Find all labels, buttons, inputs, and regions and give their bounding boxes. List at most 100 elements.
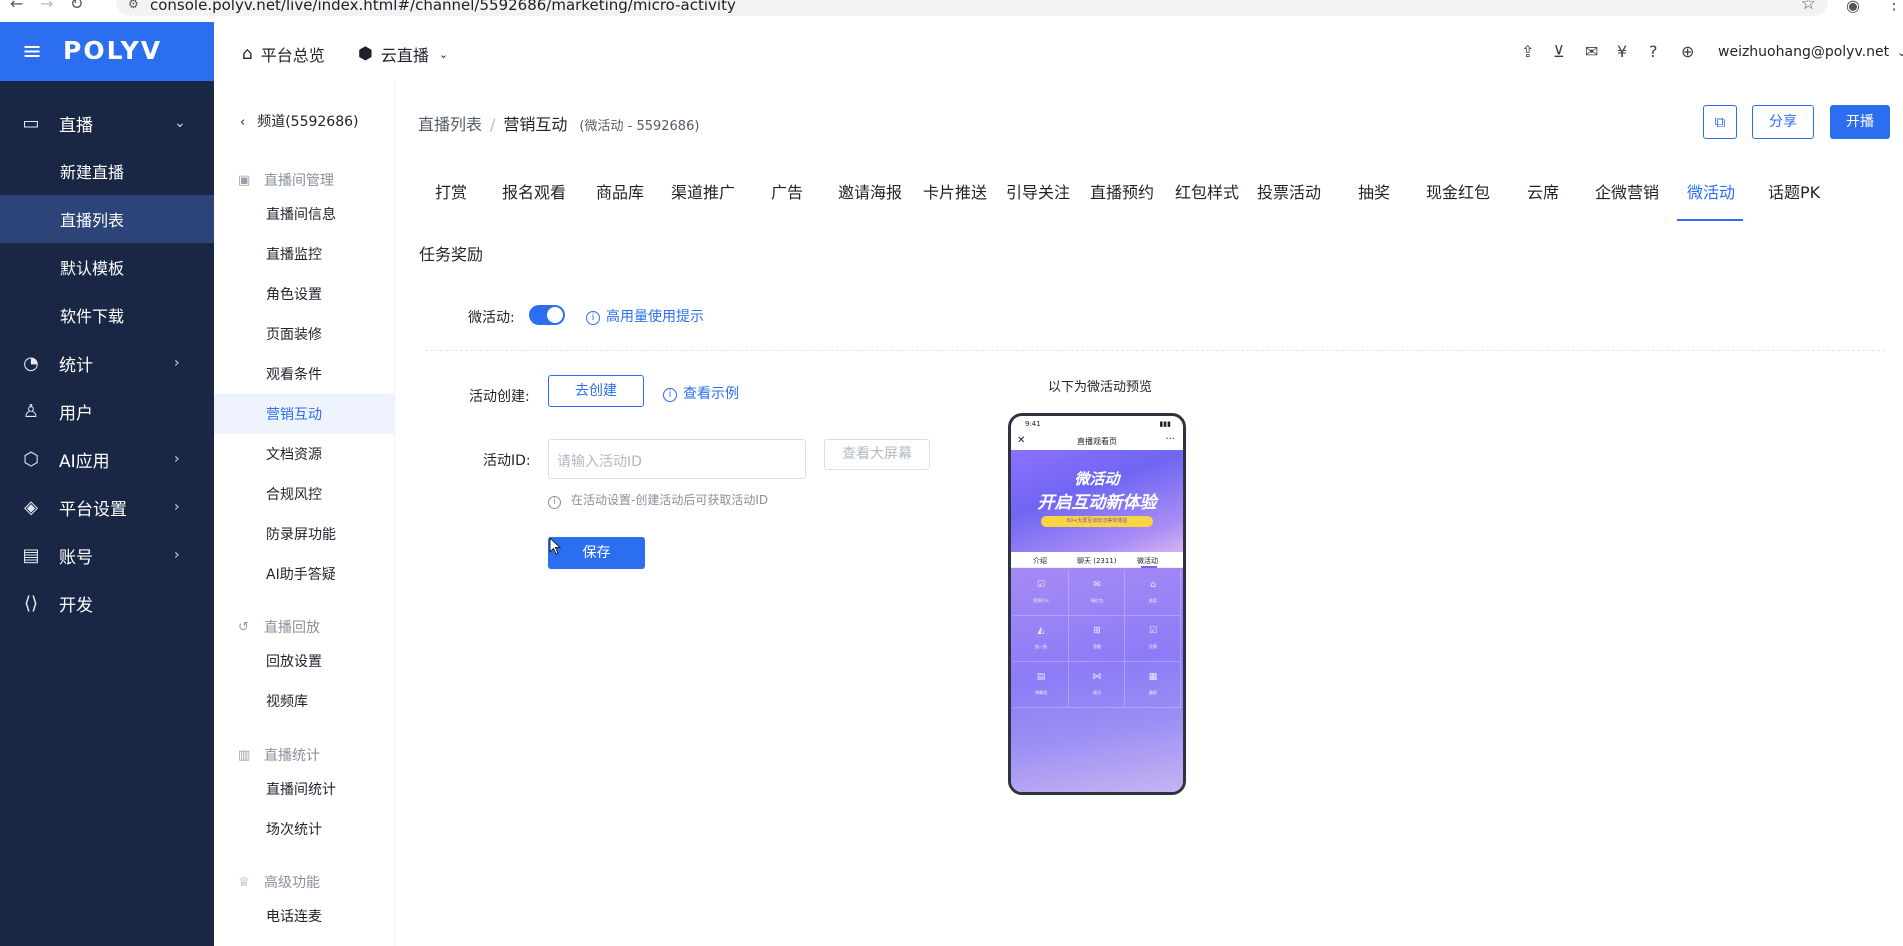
high-usage-tip-link[interactable]: i 高用量使用提示 bbox=[586, 306, 704, 326]
view-big-screen-button[interactable]: 查看大屏幕 bbox=[824, 439, 930, 470]
subnav-item[interactable]: 直播间统计 bbox=[214, 769, 394, 809]
activity-id-hint: i 在活动设置-创建活动后可获取活动ID bbox=[548, 491, 768, 509]
tab-registration[interactable]: 报名观看 bbox=[502, 179, 566, 221]
tab-topic-pk[interactable]: 话题PK bbox=[1768, 179, 1820, 221]
subnav-item[interactable]: 观看条件 bbox=[214, 354, 394, 394]
back-arrow-icon[interactable]: ← bbox=[10, 0, 23, 13]
subnav-item[interactable]: 文档资源 bbox=[214, 434, 394, 474]
sidebar-item-statistics[interactable]: ◔ 统计 › bbox=[0, 339, 214, 387]
subnav-item[interactable]: 合规风控 bbox=[214, 474, 394, 514]
tab-micro-activity[interactable]: 微活动 bbox=[1687, 179, 1735, 221]
tab-lottery[interactable]: 抽奖 bbox=[1358, 179, 1390, 221]
browser-menu-icon[interactable]: ⋮ bbox=[1886, 0, 1902, 13]
site-settings-icon[interactable]: ⚙ bbox=[128, 0, 139, 11]
bookmark-star-icon[interactable]: ☆ bbox=[1801, 0, 1816, 14]
tab-channel-promotion[interactable]: 渠道推广 bbox=[671, 179, 735, 221]
start-live-button[interactable]: 开播 bbox=[1830, 105, 1890, 139]
screen-icon: ▦ bbox=[1148, 672, 1158, 682]
subnav-item[interactable]: 回放设置 bbox=[214, 641, 394, 681]
banner-subtitle: 开启互动新体验 bbox=[1037, 493, 1157, 513]
go-create-button[interactable]: 去创建 bbox=[548, 375, 644, 407]
sidebar-item-develop[interactable]: ⟨⟩ 开发 bbox=[0, 579, 214, 627]
tab-wecom-marketing[interactable]: 企微营销 bbox=[1595, 179, 1659, 221]
sidebar-sub-new-live[interactable]: 新建直播 bbox=[0, 147, 214, 195]
phone-time: 9:41 bbox=[1025, 420, 1041, 428]
cloud-live-dropdown[interactable]: ⬢ 云直播 ⌄ bbox=[358, 42, 448, 66]
sidebar-sub-default-template[interactable]: 默认模板 bbox=[0, 243, 214, 291]
breadcrumb-meta: (微活动 - 5592686) bbox=[579, 119, 700, 134]
upload-icon[interactable]: ⇪ bbox=[1521, 42, 1534, 61]
subnav-item[interactable]: 直播间信息 bbox=[214, 194, 394, 234]
breadcrumb-separator: / bbox=[490, 115, 496, 134]
activity-id-input[interactable]: 请输入活动ID bbox=[548, 439, 806, 479]
subnav-item[interactable]: 场次统计 bbox=[214, 809, 394, 849]
tab-cloud-seat[interactable]: 云席 bbox=[1527, 179, 1559, 221]
billing-icon[interactable]: ¥ bbox=[1617, 42, 1627, 61]
subnav-label: 回放设置 bbox=[266, 654, 322, 670]
address-bar[interactable]: ⚙ console.polyv.net/live/index.html#/cha… bbox=[116, 0, 1828, 16]
cell-label: 摇红包 bbox=[1091, 598, 1103, 603]
sidebar-sub-live-list[interactable]: 直播列表 bbox=[0, 195, 214, 243]
sidebar-item-platform-settings[interactable]: ◈ 平台设置 › bbox=[0, 483, 214, 531]
breadcrumb-live-list[interactable]: 直播列表 bbox=[418, 115, 482, 134]
forward-arrow-icon[interactable]: → bbox=[40, 0, 53, 13]
reload-icon[interactable]: ↻ bbox=[70, 0, 83, 13]
tab-reward[interactable]: 打赏 bbox=[435, 179, 467, 221]
tab-card-push[interactable]: 卡片推送 bbox=[923, 179, 987, 221]
sidebar-sub-label: 新建直播 bbox=[60, 163, 125, 182]
subnav-item-marketing-active[interactable]: 营销互动 bbox=[214, 394, 394, 434]
screen-icon: ▣ bbox=[238, 172, 251, 188]
profile-icon[interactable]: ◉ bbox=[1846, 0, 1860, 15]
toggle-knob bbox=[547, 307, 563, 323]
tug-icon: ⋈ bbox=[1092, 672, 1102, 682]
micro-activity-toggle[interactable] bbox=[529, 305, 565, 325]
download-icon[interactable]: ⊻ bbox=[1553, 42, 1565, 61]
polyv-logo: POLYV bbox=[63, 36, 163, 65]
view-example-link[interactable]: i 查看示例 bbox=[663, 383, 739, 403]
cell-label: 签到打卡 bbox=[1033, 598, 1049, 603]
globe-icon[interactable]: ⊕ bbox=[1681, 42, 1694, 61]
sidebar-item-users[interactable]: ♙ 用户 bbox=[0, 387, 214, 435]
sidebar-item-live[interactable]: ▭ 直播 ⌄ bbox=[0, 99, 214, 147]
subnav-item[interactable]: 页面装修 bbox=[214, 314, 394, 354]
chevron-left-icon: ‹ bbox=[240, 115, 246, 130]
tab-voting[interactable]: 投票活动 bbox=[1257, 179, 1321, 221]
hint-text: 在活动设置-创建活动后可获取活动ID bbox=[571, 493, 769, 507]
subnav-label: 合规风控 bbox=[266, 487, 322, 503]
subnav-item[interactable]: 电话连麦 bbox=[214, 896, 394, 936]
tab-red-packet-style[interactable]: 红包样式 bbox=[1175, 179, 1239, 221]
sidebar-item-account[interactable]: ▤ 账号 › bbox=[0, 531, 214, 579]
sidebar-sub-label: 软件下载 bbox=[60, 307, 125, 326]
subnav-item[interactable]: 直播监控 bbox=[214, 234, 394, 274]
activity-create-label: 活动创建: bbox=[469, 389, 530, 405]
tab-cash-red-packet[interactable]: 现金红包 bbox=[1426, 179, 1490, 221]
sidebar-item-ai-apps[interactable]: ⬡ AI应用 › bbox=[0, 435, 214, 483]
url-text[interactable]: console.polyv.net/live/index.html#/chann… bbox=[150, 0, 736, 14]
group-live-room-management: ▣ 直播间管理 bbox=[238, 170, 334, 190]
subnav-item[interactable]: 防录屏功能 bbox=[214, 514, 394, 554]
subnav-item[interactable]: 角色设置 bbox=[214, 274, 394, 314]
tab-ads[interactable]: 广告 bbox=[771, 179, 803, 221]
tab-product-library[interactable]: 商品库 bbox=[596, 179, 644, 221]
hamburger-menu-icon[interactable]: ≡ bbox=[22, 37, 42, 65]
chevron-down-icon: ⌄ bbox=[438, 47, 449, 61]
sidebar-sub-software-download[interactable]: 软件下载 bbox=[0, 291, 214, 339]
tab-invite-poster[interactable]: 邀请海报 bbox=[838, 179, 902, 221]
subnav-item[interactable]: AI助手答疑 bbox=[214, 554, 394, 594]
save-button[interactable]: 保存 bbox=[548, 537, 645, 569]
platform-overview-link[interactable]: ⌂ 平台总览 bbox=[242, 42, 325, 66]
mouse-cursor-icon bbox=[549, 537, 561, 555]
user-account-menu[interactable]: weizhuohang@polyv.net ⌄ bbox=[1718, 44, 1903, 60]
subnav-label: 页面装修 bbox=[266, 327, 322, 343]
help-icon[interactable]: ? bbox=[1649, 42, 1658, 61]
copy-button[interactable]: ⧉ bbox=[1703, 105, 1737, 139]
mail-icon[interactable]: ✉ bbox=[1585, 42, 1598, 61]
tab-task-reward[interactable]: 任务奖励 bbox=[419, 241, 483, 265]
channel-sidebar: ‹ 频道(5592686) ▣ 直播间管理 直播间信息 直播监控 角色设置 页面装修… bbox=[214, 81, 395, 946]
tab-live-reservation[interactable]: 直播预约 bbox=[1090, 179, 1154, 221]
subnav-item[interactable]: 视频库 bbox=[214, 681, 394, 721]
activity-cell: ⌂ 抽奖 bbox=[1125, 570, 1181, 616]
tab-guide-follow[interactable]: 引导关注 bbox=[1006, 179, 1070, 221]
channel-back-link[interactable]: ‹ 频道(5592686) bbox=[240, 111, 358, 131]
share-button[interactable]: 分享 bbox=[1752, 105, 1814, 139]
